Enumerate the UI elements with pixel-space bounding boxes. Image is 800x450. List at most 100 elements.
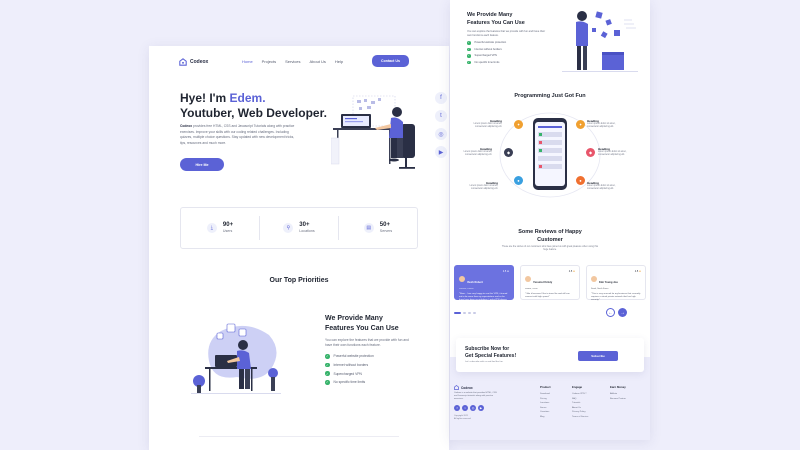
landing-page-main: Codeox Home Projects Services About Us H… bbox=[149, 46, 449, 450]
prev-arrow-icon[interactable]: ← bbox=[606, 308, 615, 317]
youtube-icon[interactable]: ▶ bbox=[435, 146, 447, 158]
list-item: ✓ Internet without borders bbox=[467, 47, 506, 51]
instagram-icon[interactable]: ◎ bbox=[435, 128, 447, 140]
check-icon: ✓ bbox=[467, 41, 471, 45]
feature-heading-right-1: Heading Lorem ipsum dolor sit amet, conse… bbox=[587, 119, 623, 130]
footer-col-title: Earn Money bbox=[610, 385, 626, 389]
stat-label: Servers bbox=[379, 229, 393, 233]
carousel-dot[interactable] bbox=[454, 312, 461, 314]
hero-desc-brand: Codeox bbox=[180, 124, 193, 128]
hero-greeting: Hye! I'm bbox=[180, 91, 230, 105]
footer-copyright: Copyright 2021 All rights reserved bbox=[454, 415, 471, 421]
reviewer-location: Shanxi, China bbox=[525, 288, 538, 290]
carousel-dot[interactable] bbox=[463, 312, 466, 314]
landing-page-continued: We Provide Many Features You Can Use You… bbox=[450, 0, 650, 440]
feature-label: Supercharged VPN bbox=[474, 54, 497, 58]
features-list: ✓ Powerful website protection ✓ Internet w… bbox=[325, 354, 374, 389]
feature-heading-right-2: Heading Lorem ipsum dolor sit amet, conse… bbox=[598, 147, 634, 158]
divider bbox=[199, 436, 399, 437]
reviews-subtitle: These are the stories of our customers w… bbox=[501, 246, 599, 252]
feature-label: Powerful website protection bbox=[333, 354, 374, 359]
orbit-icon: ◆ bbox=[586, 148, 595, 157]
facebook-icon[interactable]: f bbox=[454, 405, 460, 411]
review-card[interactable]: Yessica Christy Shanxi, China 4.5 ★ "I l… bbox=[520, 265, 580, 300]
check-icon: ✓ bbox=[325, 371, 330, 376]
developer-desk-illustration bbox=[331, 95, 415, 169]
star-icon: ★ bbox=[572, 270, 575, 273]
carousel-dot[interactable] bbox=[473, 312, 476, 314]
nav-item-projects[interactable]: Projects bbox=[262, 59, 276, 64]
reviewer-name: Yessica Christy bbox=[533, 281, 553, 284]
footer-logo[interactable]: Codeox bbox=[454, 385, 473, 390]
check-icon: ✓ bbox=[467, 47, 471, 51]
footer-link[interactable]: Codeox VPN ? bbox=[572, 392, 588, 397]
check-icon: ✓ bbox=[467, 60, 471, 64]
nav-item-help[interactable]: Help bbox=[335, 59, 343, 64]
contact-us-button[interactable]: Contact Us bbox=[372, 55, 409, 67]
twitter-icon[interactable]: t bbox=[435, 110, 447, 122]
feature-heading-left-3: Heading Lorem ipsum dolor sit amet, conse… bbox=[462, 181, 498, 192]
footer-link[interactable]: Become Partner bbox=[610, 397, 626, 402]
footer-link[interactable]: Download bbox=[540, 392, 551, 397]
footer-link[interactable]: Blog bbox=[540, 415, 551, 420]
hero-title: Hye! I'm Edem. Youtuber, Web Developer. bbox=[180, 91, 327, 121]
logo-icon bbox=[454, 385, 459, 390]
star-icon: ★ bbox=[506, 270, 509, 273]
hire-me-button[interactable]: Hire Me bbox=[180, 158, 224, 171]
heading-text: Lorem ipsum dolor sit amet, consectetur … bbox=[473, 123, 502, 129]
check-icon: ✓ bbox=[325, 380, 330, 385]
features-title-line1: We Provide Many bbox=[325, 315, 383, 322]
list-item: ✓ Supercharged VPN bbox=[467, 54, 506, 58]
youtube-icon[interactable]: ▶ bbox=[478, 405, 484, 411]
twitter-icon[interactable]: t bbox=[462, 405, 468, 411]
orbit-icon: ◆ bbox=[504, 148, 513, 157]
nav-item-home[interactable]: Home bbox=[242, 59, 253, 64]
list-item: ✓ Supercharged VPN bbox=[325, 371, 374, 376]
footer-col-engage: Engage Codeox VPN ? FAQ Tutorials About … bbox=[572, 385, 588, 419]
heading-text: Lorem ipsum dolor sit amet, consectetur … bbox=[587, 123, 616, 129]
rating-value: 4.5 bbox=[634, 270, 639, 273]
reviewer-location: Seoul, South Korea bbox=[591, 288, 609, 290]
location-icon: ⚲ bbox=[283, 223, 294, 233]
brand-name: Codeox bbox=[190, 59, 209, 65]
nav-item-services[interactable]: Services bbox=[285, 59, 300, 64]
heading-text: Lorem ipsum dolor sit amet, consectetur … bbox=[463, 151, 492, 157]
subscribe-button[interactable]: Subscribe bbox=[578, 351, 618, 361]
footer-col-earn: Earn Money Affiliate Become Partner bbox=[610, 385, 626, 401]
subscribe-title: Subscribe Now for Get Special Features! bbox=[465, 346, 516, 359]
feature-heading-left-1: Heading Lorem ipsum dolor sit amet, conse… bbox=[466, 119, 502, 130]
heading-text: Lorem ipsum dolor sit amet, consectetur … bbox=[469, 185, 498, 191]
avatar bbox=[591, 275, 597, 282]
rating: 4.5 ★ bbox=[635, 270, 641, 273]
download-icon: ⤓ bbox=[206, 223, 217, 233]
reviews-title-line2: Customer bbox=[537, 237, 563, 243]
footer-link[interactable]: Countries bbox=[540, 410, 551, 415]
list-item: ✓ Powerful website protection bbox=[325, 354, 374, 359]
reviewer-name: Viezh Robert bbox=[467, 281, 483, 284]
stat-value: 30+ bbox=[299, 222, 310, 228]
reviews-title-line1: Some Reviews of Happy bbox=[518, 229, 582, 235]
carousel-dot[interactable] bbox=[468, 312, 471, 314]
review-text: "I like it because I like to travel far … bbox=[525, 293, 570, 299]
footer-link[interactable]: Locations bbox=[540, 401, 551, 406]
footer-link[interactable]: Terms of Service bbox=[572, 415, 588, 420]
carousel-dots bbox=[454, 312, 476, 314]
footer-brand-name: Codeox bbox=[461, 385, 473, 390]
footer-col-title: Engage bbox=[572, 385, 583, 389]
nav-item-about[interactable]: About Us bbox=[309, 59, 325, 64]
features-title: We Provide Many Features You Can Use bbox=[467, 11, 525, 27]
feature-label: No specific time limits bbox=[474, 60, 500, 64]
review-text: "This is very unusual for my business th… bbox=[591, 293, 641, 302]
avatar bbox=[525, 275, 531, 282]
review-card[interactable]: Viezh Robert Warsaw, Poland 4.5 ★ "Wow..… bbox=[454, 265, 514, 304]
list-item: ✓ Internet without borders bbox=[325, 362, 374, 368]
feature-label: No specific time limits bbox=[333, 380, 366, 385]
facebook-icon[interactable]: f bbox=[435, 92, 447, 104]
instagram-icon[interactable]: ◎ bbox=[470, 405, 476, 411]
next-arrow-icon[interactable]: → bbox=[618, 308, 627, 317]
feature-heading-left-2: Heading Lorem ipsum dolor sit amet, conse… bbox=[456, 147, 492, 158]
brand-logo[interactable]: Codeox bbox=[179, 58, 208, 66]
review-card[interactable]: Kim Young Jou Seoul, South Korea 4.5 ★ "… bbox=[586, 265, 646, 302]
hero-desc-text: provides free HTML, CSS and Javascript T… bbox=[180, 124, 295, 145]
features-list: ✓ Powerful website protection ✓ Internet w… bbox=[467, 41, 506, 67]
